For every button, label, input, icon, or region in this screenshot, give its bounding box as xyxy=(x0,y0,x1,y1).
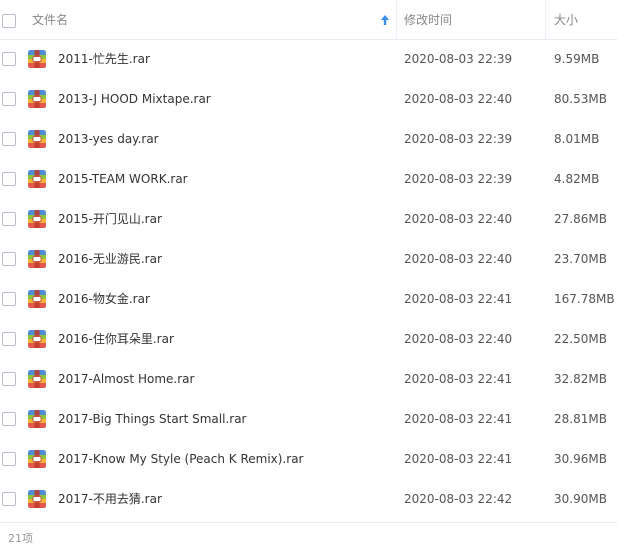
file-size: 32.82MB xyxy=(554,372,607,386)
row-checkbox[interactable] xyxy=(2,412,16,426)
file-row[interactable]: 2013-yes day.rar 2020-08-03 22:39 8.01MB xyxy=(0,120,617,160)
row-checkbox[interactable] xyxy=(2,172,16,186)
file-size: 28.81MB xyxy=(554,412,607,426)
rar-archive-icon xyxy=(27,329,47,349)
file-row[interactable]: 2017-不用去猜.rar 2020-08-03 22:42 30.90MB xyxy=(0,480,617,520)
file-name[interactable]: 2016-住你耳朵里.rar xyxy=(58,332,174,346)
rar-archive-icon xyxy=(27,369,47,389)
row-checkbox[interactable] xyxy=(2,212,16,226)
file-name[interactable]: 2017-Big Things Start Small.rar xyxy=(58,412,247,426)
file-row[interactable]: 2016-物女金.rar 2020-08-03 22:41 167.78MB xyxy=(0,280,617,320)
file-name[interactable]: 2016-物女金.rar xyxy=(58,292,150,306)
file-modified-time: 2020-08-03 22:41 xyxy=(404,452,513,466)
row-checkbox[interactable] xyxy=(2,372,16,386)
file-modified-time: 2020-08-03 22:41 xyxy=(404,412,513,426)
file-name[interactable]: 2017-Almost Home.rar xyxy=(58,372,194,386)
file-size: 27.86MB xyxy=(554,212,607,226)
rar-archive-icon xyxy=(27,449,47,469)
row-checkbox[interactable] xyxy=(2,132,16,146)
column-divider[interactable] xyxy=(545,0,546,40)
file-row[interactable]: 2015-TEAM WORK.rar 2020-08-03 22:39 4.82MB xyxy=(0,160,617,200)
file-row[interactable]: 2017-Big Things Start Small.rar 2020-08-0… xyxy=(0,400,617,440)
file-size: 9.59MB xyxy=(554,52,600,66)
file-list-header: 文件名 修改时间 大小 xyxy=(0,0,617,40)
row-checkbox[interactable] xyxy=(2,52,16,66)
row-checkbox[interactable] xyxy=(2,452,16,466)
row-checkbox[interactable] xyxy=(2,332,16,346)
file-row[interactable]: 2016-住你耳朵里.rar 2020-08-03 22:40 22.50MB xyxy=(0,320,617,360)
file-name[interactable]: 2016-无业游民.rar xyxy=(58,252,162,266)
sort-ascending-icon[interactable] xyxy=(380,14,390,26)
row-checkbox[interactable] xyxy=(2,492,16,506)
file-name[interactable]: 2015-TEAM WORK.rar xyxy=(58,172,188,186)
rar-archive-icon xyxy=(27,209,47,229)
file-name[interactable]: 2013-J HOOD Mixtape.rar xyxy=(58,92,211,106)
file-size: 30.96MB xyxy=(554,452,607,466)
rar-archive-icon xyxy=(27,49,47,69)
file-modified-time: 2020-08-03 22:41 xyxy=(404,372,513,386)
file-name[interactable]: 2011-忙先生.rar xyxy=(58,52,150,66)
column-header-size[interactable]: 大小 xyxy=(554,13,578,27)
footer-divider xyxy=(0,522,617,523)
file-modified-time: 2020-08-03 22:39 xyxy=(404,52,513,66)
column-header-name[interactable]: 文件名 xyxy=(32,13,68,27)
file-modified-time: 2020-08-03 22:42 xyxy=(404,492,513,506)
file-row[interactable]: 2017-Almost Home.rar 2020-08-03 22:41 32.8… xyxy=(0,360,617,400)
column-divider[interactable] xyxy=(396,0,397,40)
rar-archive-icon xyxy=(27,89,47,109)
file-size: 4.82MB xyxy=(554,172,600,186)
rar-archive-icon xyxy=(27,489,47,509)
row-checkbox[interactable] xyxy=(2,292,16,306)
rar-archive-icon xyxy=(27,129,47,149)
file-size: 22.50MB xyxy=(554,332,607,346)
file-row[interactable]: 2015-开门见山.rar 2020-08-03 22:40 27.86MB xyxy=(0,200,617,240)
item-count: 21项 xyxy=(8,532,33,545)
file-name[interactable]: 2013-yes day.rar xyxy=(58,132,159,146)
file-modified-time: 2020-08-03 22:39 xyxy=(404,172,513,186)
file-row[interactable]: 2016-无业游民.rar 2020-08-03 22:40 23.70MB xyxy=(0,240,617,280)
file-modified-time: 2020-08-03 22:40 xyxy=(404,332,513,346)
file-name[interactable]: 2015-开门见山.rar xyxy=(58,212,162,226)
row-checkbox[interactable] xyxy=(2,92,16,106)
rar-archive-icon xyxy=(27,249,47,269)
file-modified-time: 2020-08-03 22:40 xyxy=(404,252,513,266)
file-size: 30.90MB xyxy=(554,492,607,506)
file-modified-time: 2020-08-03 22:40 xyxy=(404,212,513,226)
file-modified-time: 2020-08-03 22:39 xyxy=(404,132,513,146)
file-list: 2011-忙先生.rar 2020-08-03 22:39 9.59MB 2013-J… xyxy=(0,40,617,520)
file-row[interactable]: 2013-J HOOD Mixtape.rar 2020-08-03 22:40 8… xyxy=(0,80,617,120)
select-all-checkbox[interactable] xyxy=(2,14,16,28)
rar-archive-icon xyxy=(27,289,47,309)
file-modified-time: 2020-08-03 22:41 xyxy=(404,292,513,306)
file-name[interactable]: 2017-Know My Style (Peach K Remix).rar xyxy=(58,452,304,466)
column-header-modified-time[interactable]: 修改时间 xyxy=(404,13,452,27)
file-size: 167.78MB xyxy=(554,292,615,306)
file-size: 8.01MB xyxy=(554,132,600,146)
rar-archive-icon xyxy=(27,409,47,429)
row-checkbox[interactable] xyxy=(2,252,16,266)
file-size: 80.53MB xyxy=(554,92,607,106)
file-size: 23.70MB xyxy=(554,252,607,266)
rar-archive-icon xyxy=(27,169,47,189)
file-modified-time: 2020-08-03 22:40 xyxy=(404,92,513,106)
file-row[interactable]: 2017-Know My Style (Peach K Remix).rar 20… xyxy=(0,440,617,480)
file-row[interactable]: 2011-忙先生.rar 2020-08-03 22:39 9.59MB xyxy=(0,40,617,80)
file-name[interactable]: 2017-不用去猜.rar xyxy=(58,492,162,506)
